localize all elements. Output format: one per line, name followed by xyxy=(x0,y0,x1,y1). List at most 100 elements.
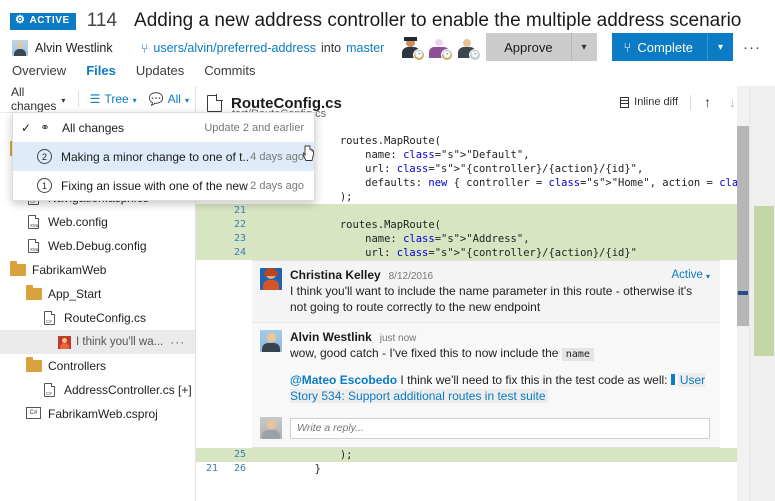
tree-item[interactable]: Controllers xyxy=(0,354,195,378)
reply-input[interactable] xyxy=(290,417,710,439)
pr-subtitle-row: Alvin Westlink ⑂ users/alvin/preferred-a… xyxy=(12,38,384,58)
comment-timestamp: just now xyxy=(379,333,417,344)
tree-comment-item[interactable]: I think you'll wa... ··· xyxy=(0,330,195,354)
pr-header: ⚙ ACTIVE 114 Adding a new address contro… xyxy=(0,0,775,86)
page-title: Adding a new address controller to enabl… xyxy=(134,10,742,31)
dropdown-item-label: Fixing an issue with one of the new ... xyxy=(61,178,251,193)
diff-line-text: routes.MapRoute( xyxy=(264,135,442,147)
clock-badge-icon: 🕑 xyxy=(469,49,482,61)
folder-icon xyxy=(10,261,26,276)
branch-icon: ⑂ xyxy=(140,40,149,56)
tree-item-label: Web.config xyxy=(48,215,108,229)
tree-item-more-button[interactable]: ··· xyxy=(170,335,185,349)
tree-item[interactable]: C# AddressController.cs [+] xyxy=(0,378,195,402)
comment-author-avatar xyxy=(58,335,71,349)
reviewer-avatar[interactable]: 🕑 xyxy=(456,36,482,61)
pr-author-name: Alvin Westlink xyxy=(35,41,113,55)
complete-button-label: Complete xyxy=(637,39,693,55)
avatar xyxy=(260,330,282,352)
dropdown-menu-item[interactable]: ✓ ⚭ All changes Update 2 and earlier xyxy=(13,113,314,142)
tree-item[interactable]: App_Start xyxy=(0,282,195,306)
clock-badge-icon: 🕑 xyxy=(413,49,426,61)
diff-line-text: } xyxy=(264,463,321,475)
tree-item[interactable]: XML Web.config xyxy=(0,210,195,234)
status-badge: ⚙ ACTIVE xyxy=(10,12,76,30)
diff-line-text: ); xyxy=(264,449,353,461)
approve-button[interactable]: Approve xyxy=(486,33,571,61)
diff-line-text: ); xyxy=(339,191,353,203)
pull-request-icon: ⚙ xyxy=(15,14,26,26)
chevron-down-icon: ▾ xyxy=(184,95,189,105)
tree-item[interactable]: C# FabrikamWeb.csproj xyxy=(0,402,195,426)
diff-line: 21 xyxy=(196,204,775,218)
line-number-old xyxy=(196,204,224,218)
chevron-down-icon: ▾ xyxy=(61,95,66,105)
user-mention[interactable]: @Mateo Escobedo xyxy=(290,373,397,387)
all-changes-dropdown-menu[interactable]: ✓ ⚭ All changes Update 2 and earlier 2 Making… xyxy=(12,112,315,201)
scrollbar-thumb[interactable] xyxy=(737,126,749,326)
avatar xyxy=(12,40,28,56)
merge-icon: ⑂ xyxy=(623,39,632,55)
line-number-old xyxy=(196,246,224,260)
diff-lines-bottom: 25 ); 21 26 } xyxy=(196,448,775,476)
diff-line-text: url: class="s">"{controller}/{action}/{i… xyxy=(264,163,644,175)
more-actions-button[interactable]: ··· xyxy=(733,39,765,56)
comment-filter-label: All xyxy=(167,92,181,106)
tree-item[interactable]: C# RouteConfig.cs xyxy=(0,306,195,330)
dropdown-menu-item[interactable]: 1 Fixing an issue with one of the new ...… xyxy=(13,171,314,200)
pull-request-page: ⚙ ACTIVE 114 Adding a new address contro… xyxy=(0,0,775,501)
line-number-new: 22 xyxy=(233,219,246,230)
diff-minimap[interactable] xyxy=(749,86,775,501)
tree-item[interactable]: XML Web.Debug.config xyxy=(0,234,195,258)
folder-icon xyxy=(26,357,42,372)
tab-commits[interactable]: Commits xyxy=(204,63,255,82)
pr-tabs: Overview Files Updates Commits xyxy=(12,63,256,82)
reviewer-avatar[interactable]: 🕑 xyxy=(400,36,426,61)
dropdown-item-meta: 4 days ago xyxy=(250,150,304,163)
comment-status-dropdown[interactable]: Active ▾ xyxy=(671,269,710,281)
avatar xyxy=(260,268,282,290)
dropdown-item-meta: Update 2 and earlier xyxy=(204,121,304,134)
divider xyxy=(690,94,691,110)
complete-button[interactable]: ⑂ Complete xyxy=(611,33,707,61)
diff-line-text xyxy=(252,204,775,218)
approve-dropdown-caret[interactable]: ▾ xyxy=(570,33,597,61)
line-number-old: 21 xyxy=(205,463,218,474)
pr-actions: 🕑 🕑 🕑 Approve ▾ ⑂ Complete ▾ ··· xyxy=(400,33,765,61)
into-label: into xyxy=(320,41,342,55)
comment: Alvin Westlink just now wow, good catch … xyxy=(252,322,720,411)
all-changes-filter[interactable]: All changes ▾ xyxy=(0,85,73,113)
avatar xyxy=(260,417,282,439)
diff-line-text: defaults: new { controller = class="s">"… xyxy=(264,177,775,189)
update-count-badge: 1 xyxy=(37,178,52,193)
vertical-scrollbar[interactable] xyxy=(737,86,749,501)
complete-dropdown-caret[interactable]: ▾ xyxy=(707,33,733,61)
check-icon: ✓ xyxy=(21,120,32,135)
tab-files[interactable]: Files xyxy=(86,63,116,82)
reviewer-avatars: 🕑 🕑 🕑 xyxy=(400,36,482,61)
comment-filter[interactable]: 💬 All ▾ xyxy=(143,92,195,106)
pr-number: 114 xyxy=(86,10,118,31)
tree-item[interactable]: FabrikamWeb xyxy=(0,258,195,282)
pr-title-row: ⚙ ACTIVE 114 Adding a new address contro… xyxy=(10,8,741,34)
reviewer-group-avatar[interactable]: 🕑 xyxy=(428,36,454,61)
comment-thread: Christina Kelley 8/12/2016 I think you'l… xyxy=(252,260,720,448)
comment-timestamp: 8/12/2016 xyxy=(388,271,434,282)
comment-text: wow, good catch - I've fixed this to now… xyxy=(290,345,710,363)
diff-line-text: name: class="s">"Address", xyxy=(264,233,530,245)
branch-info: ⑂ users/alvin/preferred-address into mas… xyxy=(141,41,385,56)
inline-diff-toggle[interactable]: Inline diff xyxy=(612,96,686,108)
tree-item-label: FabrikamWeb xyxy=(32,263,107,277)
target-branch-link[interactable]: master xyxy=(346,41,384,55)
chevron-down-icon: ▾ xyxy=(132,95,137,105)
comment: Christina Kelley 8/12/2016 I think you'l… xyxy=(252,261,720,322)
diff-line: 22 routes.MapRoute( xyxy=(196,218,775,232)
previous-change-button[interactable]: ↑ xyxy=(695,94,720,110)
tree-view-toggle[interactable]: ☰ Tree ▾ xyxy=(84,92,143,106)
line-number-new: 24 xyxy=(233,247,246,258)
inline-diff-icon xyxy=(620,96,630,108)
source-branch-link[interactable]: users/alvin/preferred-address xyxy=(153,41,316,55)
tab-overview[interactable]: Overview xyxy=(12,63,66,82)
dropdown-menu-item[interactable]: 2 Making a minor change to one of t... 4 d… xyxy=(13,142,314,171)
tab-updates[interactable]: Updates xyxy=(136,63,184,82)
